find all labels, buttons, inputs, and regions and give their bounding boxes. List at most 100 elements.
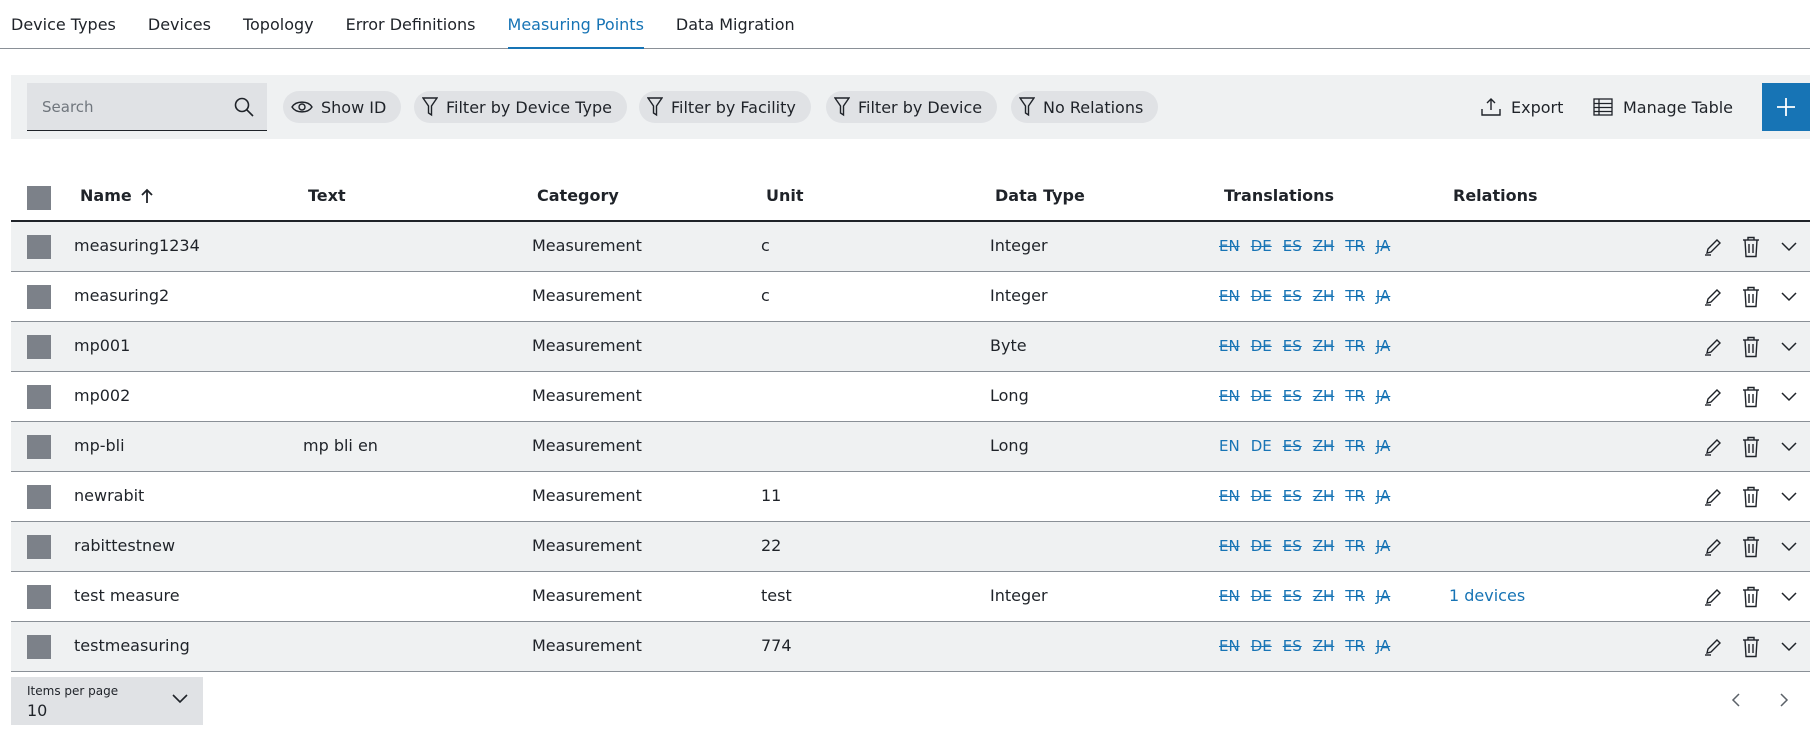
delete-button[interactable] xyxy=(1739,485,1763,509)
translation-zh[interactable]: ZH xyxy=(1313,587,1335,605)
expand-row-button[interactable] xyxy=(1777,485,1801,509)
translation-zh[interactable]: ZH xyxy=(1313,487,1335,505)
translation-es[interactable]: ES xyxy=(1283,637,1302,655)
table-row[interactable]: mp-bli mp bli en Measurement Long EN DE ES ZH TR… xyxy=(11,422,1810,472)
translation-ja[interactable]: JA xyxy=(1376,537,1390,555)
translation-de[interactable]: DE xyxy=(1251,637,1272,655)
translation-en[interactable]: EN xyxy=(1219,637,1240,655)
search-input[interactable] xyxy=(27,97,217,116)
previous-page-button[interactable] xyxy=(1724,688,1748,712)
translation-es[interactable]: ES xyxy=(1283,587,1302,605)
cell-relations[interactable]: 1 devices xyxy=(1449,586,1525,605)
row-checkbox[interactable] xyxy=(27,285,51,309)
table-row[interactable]: mp001 Measurement Byte EN DE ES ZH TR JA xyxy=(11,322,1810,372)
delete-button[interactable] xyxy=(1739,435,1763,459)
expand-row-button[interactable] xyxy=(1777,285,1801,309)
translation-tr[interactable]: TR xyxy=(1345,637,1365,655)
translation-ja[interactable]: JA xyxy=(1376,387,1390,405)
row-checkbox[interactable] xyxy=(27,535,51,559)
translation-de[interactable]: DE xyxy=(1251,387,1272,405)
filter-device-type-chip[interactable]: Filter by Device Type xyxy=(414,91,627,123)
table-row[interactable]: mp002 Measurement Long EN DE ES ZH TR JA xyxy=(11,372,1810,422)
table-row[interactable]: rabittestnew Measurement 22 EN DE ES ZH TR JA xyxy=(11,522,1810,572)
delete-button[interactable] xyxy=(1739,285,1763,309)
tab-measuring-points[interactable]: Measuring Points xyxy=(492,0,660,49)
delete-button[interactable] xyxy=(1739,585,1763,609)
translation-tr[interactable]: TR xyxy=(1345,237,1365,255)
translation-es[interactable]: ES xyxy=(1283,287,1302,305)
expand-row-button[interactable] xyxy=(1777,535,1801,559)
translation-tr[interactable]: TR xyxy=(1345,387,1365,405)
translation-de[interactable]: DE xyxy=(1251,487,1272,505)
translation-en[interactable]: EN xyxy=(1219,337,1240,355)
row-checkbox[interactable] xyxy=(27,635,51,659)
row-checkbox[interactable] xyxy=(27,435,51,459)
column-header-unit[interactable]: Unit xyxy=(766,186,804,205)
no-relations-chip[interactable]: No Relations xyxy=(1011,91,1159,123)
search-icon[interactable] xyxy=(233,96,255,118)
manage-table-button[interactable]: Manage Table xyxy=(1593,91,1733,123)
edit-button[interactable] xyxy=(1701,585,1725,609)
edit-button[interactable] xyxy=(1701,435,1725,459)
tab-error-definitions[interactable]: Error Definitions xyxy=(330,0,492,48)
row-checkbox[interactable] xyxy=(27,335,51,359)
translation-tr[interactable]: TR xyxy=(1345,337,1365,355)
edit-button[interactable] xyxy=(1701,635,1725,659)
translation-es[interactable]: ES xyxy=(1283,387,1302,405)
export-button[interactable]: Export xyxy=(1481,91,1563,123)
translation-de[interactable]: DE xyxy=(1251,237,1272,255)
column-header-relations[interactable]: Relations xyxy=(1453,186,1538,205)
translation-en[interactable]: EN xyxy=(1219,487,1240,505)
column-header-translations[interactable]: Translations xyxy=(1224,186,1334,205)
tab-data-migration[interactable]: Data Migration xyxy=(660,0,811,48)
edit-button[interactable] xyxy=(1701,235,1725,259)
tab-devices[interactable]: Devices xyxy=(132,0,227,48)
translation-tr[interactable]: TR xyxy=(1345,437,1365,455)
table-row[interactable]: newrabit Measurement 11 EN DE ES ZH TR JA xyxy=(11,472,1810,522)
column-header-text[interactable]: Text xyxy=(308,186,346,205)
edit-button[interactable] xyxy=(1701,335,1725,359)
translation-en[interactable]: EN xyxy=(1219,387,1240,405)
column-header-name[interactable]: Name xyxy=(80,186,154,205)
translation-tr[interactable]: TR xyxy=(1345,287,1365,305)
translation-ja[interactable]: JA xyxy=(1376,337,1390,355)
row-checkbox[interactable] xyxy=(27,485,51,509)
translation-de[interactable]: DE xyxy=(1251,587,1272,605)
translation-de[interactable]: DE xyxy=(1251,437,1272,455)
row-checkbox[interactable] xyxy=(27,385,51,409)
table-row[interactable]: measuring2 Measurement c Integer EN DE ES ZH TR J… xyxy=(11,272,1810,322)
translation-en[interactable]: EN xyxy=(1219,287,1240,305)
translation-zh[interactable]: ZH xyxy=(1313,237,1335,255)
translation-es[interactable]: ES xyxy=(1283,237,1302,255)
translation-en[interactable]: EN xyxy=(1219,437,1240,455)
translation-de[interactable]: DE xyxy=(1251,537,1272,555)
filter-facility-chip[interactable]: Filter by Facility xyxy=(639,91,811,123)
translation-ja[interactable]: JA xyxy=(1376,237,1390,255)
delete-button[interactable] xyxy=(1739,635,1763,659)
translation-en[interactable]: EN xyxy=(1219,587,1240,605)
translation-es[interactable]: ES xyxy=(1283,437,1302,455)
edit-button[interactable] xyxy=(1701,535,1725,559)
column-header-data-type[interactable]: Data Type xyxy=(995,186,1085,205)
delete-button[interactable] xyxy=(1739,385,1763,409)
edit-button[interactable] xyxy=(1701,485,1725,509)
tab-topology[interactable]: Topology xyxy=(227,0,330,48)
translation-de[interactable]: DE xyxy=(1251,337,1272,355)
items-per-page-select[interactable]: Items per page 10 xyxy=(11,677,203,725)
translation-es[interactable]: ES xyxy=(1283,337,1302,355)
edit-button[interactable] xyxy=(1701,385,1725,409)
translation-ja[interactable]: JA xyxy=(1376,487,1390,505)
show-id-chip[interactable]: Show ID xyxy=(283,91,402,123)
translation-zh[interactable]: ZH xyxy=(1313,637,1335,655)
table-row[interactable]: testmeasuring Measurement 774 EN DE ES ZH TR JA xyxy=(11,622,1810,672)
translation-en[interactable]: EN xyxy=(1219,237,1240,255)
row-checkbox[interactable] xyxy=(27,235,51,259)
delete-button[interactable] xyxy=(1739,535,1763,559)
tab-device-types[interactable]: Device Types xyxy=(0,0,132,48)
translation-es[interactable]: ES xyxy=(1283,487,1302,505)
table-row[interactable]: measuring1234 Measurement c Integer EN DE ES ZH… xyxy=(11,222,1810,272)
expand-row-button[interactable] xyxy=(1777,585,1801,609)
translation-tr[interactable]: TR xyxy=(1345,537,1365,555)
select-all-checkbox[interactable] xyxy=(27,186,51,210)
translation-tr[interactable]: TR xyxy=(1345,487,1365,505)
